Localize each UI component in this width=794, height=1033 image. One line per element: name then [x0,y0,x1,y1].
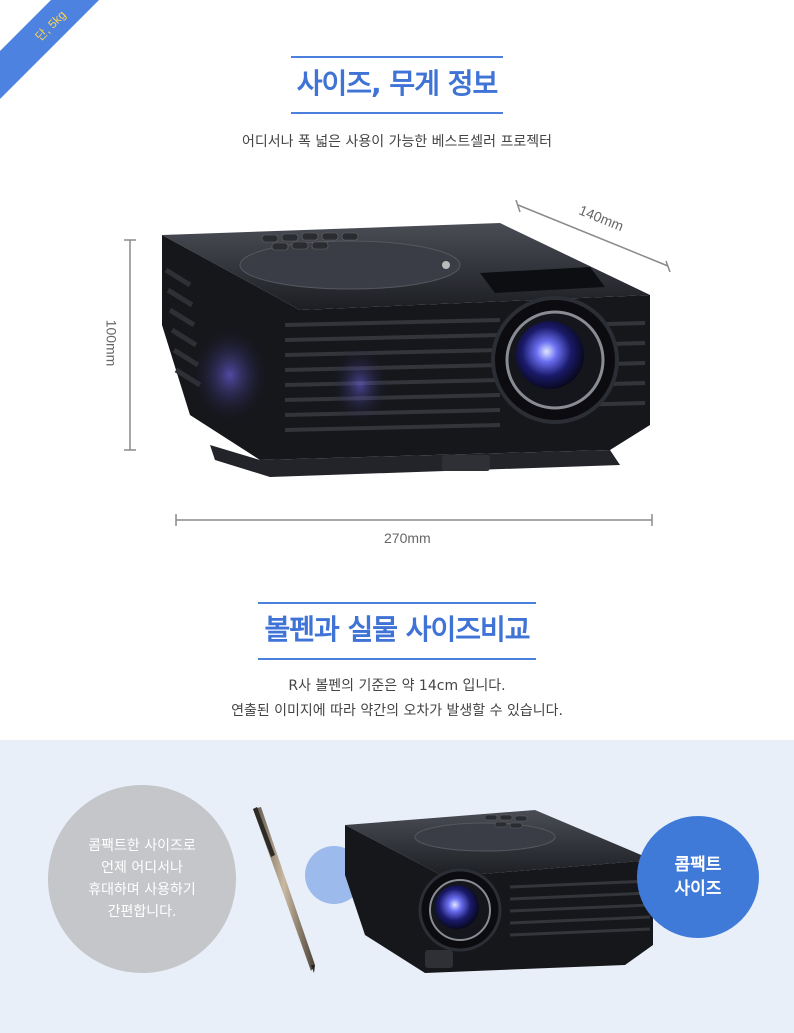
section-title-compare: 볼펜과 실물 사이즈비교 [0,602,794,660]
compact-line-3: 휴대하며 사용하기 [88,882,196,898]
compact-size-badge: 콤팩트 사이즈 [637,816,759,938]
compare-subtitle: R사 볼펜의 기준은 약 14cm 입니다. 연출된 이미지에 따라 약간의 오… [0,674,794,724]
badge-line-2: 사이즈 [674,879,722,899]
compact-line-1: 콤팩트한 사이즈로 [88,838,196,854]
height-label: 100mm [103,319,120,367]
compact-line-4: 간편합니다. [107,904,177,920]
compact-info-circle: 콤팩트한 사이즈로 언제 어디서나 휴대하며 사용하기 간편합니다. [48,785,236,973]
badge-line-1: 콤팩트 [674,855,722,875]
projector-image [162,223,650,477]
compact-line-2: 언제 어디서나 [101,860,183,876]
projector-compare-image [345,810,653,973]
compare-title: 볼펜과 실물 사이즈비교 [258,602,536,660]
compare-line-1: R사 볼펜의 기준은 약 14cm 입니다. [288,678,506,694]
width-label: 270mm [384,530,431,546]
compare-line-2: 연출된 이미지에 따라 약간의 오차가 발생할 수 있습니다. [231,703,563,719]
